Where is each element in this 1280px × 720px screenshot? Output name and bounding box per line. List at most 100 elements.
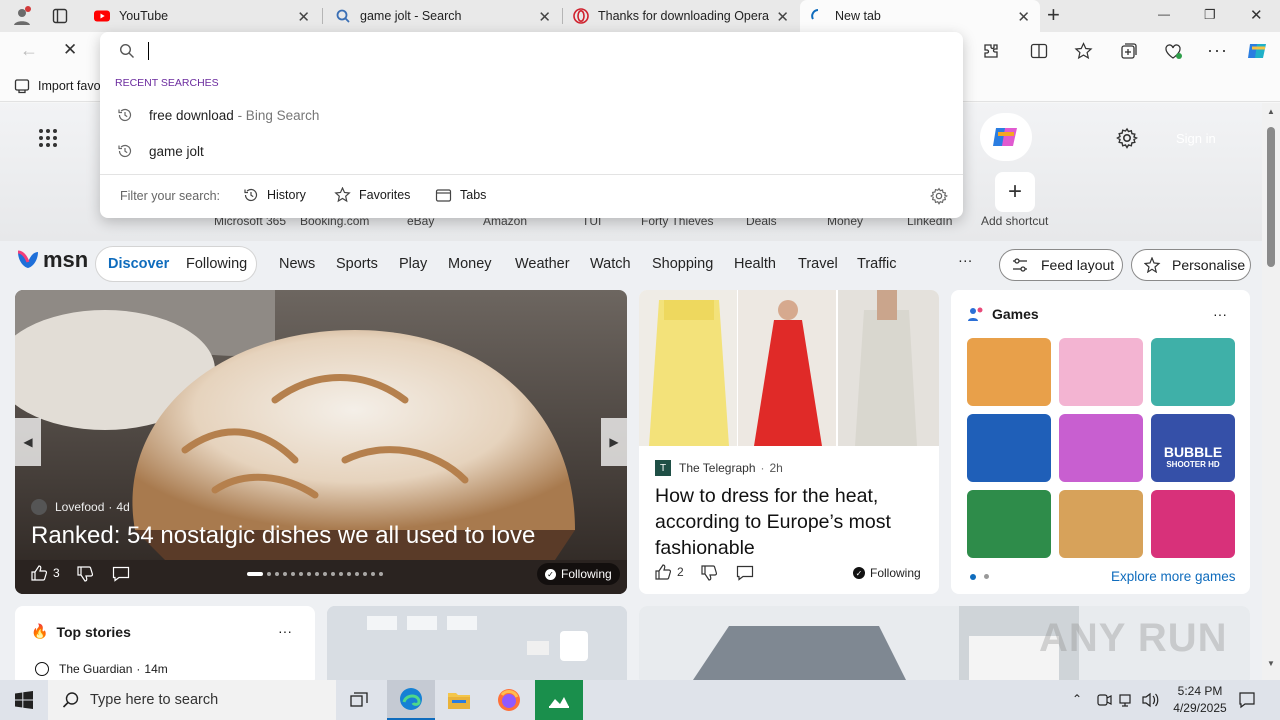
close-tab-icon[interactable]: ✕: [297, 8, 310, 26]
tab-actions-icon[interactable]: [52, 8, 68, 24]
carousel-dot[interactable]: [267, 572, 271, 576]
filter-favorites-button[interactable]: Favorites: [334, 187, 410, 203]
taskbar-app-green[interactable]: [535, 680, 583, 720]
show-hidden-icons[interactable]: ⌃: [1072, 692, 1082, 706]
import-favorites-button[interactable]: Import favo: [14, 78, 101, 94]
volume-icon[interactable]: [1142, 692, 1160, 713]
taskbar-file-explorer[interactable]: [435, 680, 483, 720]
favorites-star-icon[interactable]: [1074, 42, 1093, 65]
clock-date[interactable]: 4/29/2025: [1165, 701, 1235, 715]
nav-weather[interactable]: Weather: [515, 256, 570, 272]
collections-icon[interactable]: [1120, 42, 1138, 65]
taskbar-search-box[interactable]: Type here to search: [48, 680, 336, 720]
filter-tabs-button[interactable]: Tabs: [435, 187, 486, 203]
explore-more-games-link[interactable]: Explore more games: [1111, 569, 1236, 584]
scroll-thumb[interactable]: [1267, 127, 1275, 267]
carousel-dot[interactable]: [339, 572, 343, 576]
dislike-button[interactable]: [77, 566, 94, 587]
filter-history-button[interactable]: History: [243, 187, 306, 203]
game-tile[interactable]: [1151, 338, 1235, 406]
browser-essentials-icon[interactable]: [1163, 42, 1183, 65]
top-stories-header[interactable]: 🔥 Top stories: [31, 623, 131, 640]
game-tile[interactable]: [967, 490, 1051, 558]
article-title[interactable]: How to dress for the heat, according to …: [655, 483, 925, 561]
scroll-up-arrow[interactable]: ▲: [1267, 107, 1275, 116]
restore-button[interactable]: ❐: [1204, 7, 1216, 23]
nav-traffic[interactable]: Traffic: [857, 256, 896, 272]
carousel-dot[interactable]: [331, 572, 335, 576]
games-header[interactable]: Games: [967, 306, 1039, 322]
games-more-button[interactable]: ···: [1213, 306, 1227, 322]
extensions-icon[interactable]: [982, 42, 1000, 65]
game-tile[interactable]: [967, 338, 1051, 406]
feed-layout-button[interactable]: Feed layout: [999, 249, 1123, 281]
close-tab-icon[interactable]: ✕: [538, 8, 551, 26]
story-source[interactable]: The Guardian · 14m: [35, 662, 168, 676]
settings-more-icon[interactable]: ···: [1207, 40, 1228, 61]
carousel-dot[interactable]: [291, 572, 295, 576]
nav-news[interactable]: News: [279, 256, 315, 272]
close-tab-icon[interactable]: ✕: [1017, 8, 1030, 26]
start-button[interactable]: [0, 680, 48, 720]
nav-sports[interactable]: Sports: [336, 256, 378, 272]
address-bar-input[interactable]: [146, 38, 926, 64]
carousel-dot-active[interactable]: [247, 572, 263, 576]
hero-news-card[interactable]: ◀ ▶ Lovefood · 4d Ranked: 54 nostalgic d…: [15, 290, 627, 594]
tab-following[interactable]: Following: [186, 256, 247, 272]
garage-news-card[interactable]: [327, 606, 627, 680]
taskbar-edge[interactable]: [387, 680, 435, 720]
following-badge[interactable]: ✓ Following: [537, 563, 620, 585]
add-shortcut-button[interactable]: +: [995, 172, 1035, 212]
page-scrollbar[interactable]: ▲ ▼: [1262, 103, 1280, 680]
personalise-button[interactable]: Personalise: [1131, 249, 1251, 281]
scroll-down-arrow[interactable]: ▼: [1267, 659, 1275, 668]
carousel-next-button[interactable]: ▶: [601, 418, 627, 466]
game-tile[interactable]: [1059, 414, 1143, 482]
game-tile[interactable]: [967, 414, 1051, 482]
network-icon[interactable]: [1119, 692, 1135, 713]
page-settings-icon[interactable]: [1116, 127, 1139, 154]
carousel-dot[interactable]: [283, 572, 287, 576]
notifications-icon[interactable]: [1238, 691, 1256, 714]
carousel-dot[interactable]: [347, 572, 351, 576]
suggestion-row[interactable]: game jolt: [100, 137, 963, 165]
like-button[interactable]: 3: [31, 565, 60, 581]
nav-travel[interactable]: Travel: [798, 256, 838, 272]
carousel-dot[interactable]: [299, 572, 303, 576]
following-badge[interactable]: ✓ Following: [853, 566, 921, 580]
tab-discover[interactable]: Discover: [108, 256, 169, 272]
minimize-button[interactable]: —: [1158, 7, 1170, 21]
meet-now-icon[interactable]: [1096, 692, 1112, 713]
nav-money[interactable]: Money: [448, 256, 492, 272]
sign-in-button[interactable]: Sign in: [1176, 131, 1216, 146]
carousel-dot[interactable]: [315, 572, 319, 576]
game-tile[interactable]: [1059, 338, 1143, 406]
tab-youtube[interactable]: YouTube ✕: [84, 0, 320, 32]
clock-time[interactable]: 5:24 PM: [1170, 684, 1230, 698]
profile-avatar[interactable]: [11, 5, 33, 27]
carousel-prev-button[interactable]: ◀: [15, 418, 41, 466]
close-window-button[interactable]: ✕: [1250, 6, 1263, 24]
nav-more-button[interactable]: ···: [958, 253, 973, 269]
comment-button[interactable]: [112, 566, 130, 587]
comment-button[interactable]: [736, 565, 754, 586]
like-button[interactable]: 2: [655, 564, 684, 580]
tab-new-tab[interactable]: New tab ✕: [800, 0, 1040, 32]
article-title[interactable]: Ranked: 54 nostalgic dishes we all used …: [31, 522, 535, 550]
article-source[interactable]: Lovefood · 4d: [31, 499, 130, 515]
search-settings-icon[interactable]: [930, 187, 949, 210]
page-dot[interactable]: [984, 574, 989, 579]
dislike-button[interactable]: [701, 565, 718, 586]
carousel-dot[interactable]: [307, 572, 311, 576]
tab-game-jolt-search[interactable]: game jolt - Search ✕: [323, 0, 561, 32]
msn-logo[interactable]: msn: [16, 247, 88, 273]
back-button[interactable]: ←: [20, 40, 38, 61]
carousel-dot[interactable]: [371, 572, 375, 576]
suggestion-row[interactable]: free download - Bing Search: [100, 101, 963, 129]
game-tile[interactable]: BUBBLE SHOOTER HD: [1151, 414, 1235, 482]
copilot-search-button[interactable]: [980, 113, 1032, 161]
game-tile[interactable]: [1059, 490, 1143, 558]
carousel-dot[interactable]: [363, 572, 367, 576]
nav-play[interactable]: Play: [399, 256, 427, 272]
page-dot-active[interactable]: [970, 574, 976, 580]
